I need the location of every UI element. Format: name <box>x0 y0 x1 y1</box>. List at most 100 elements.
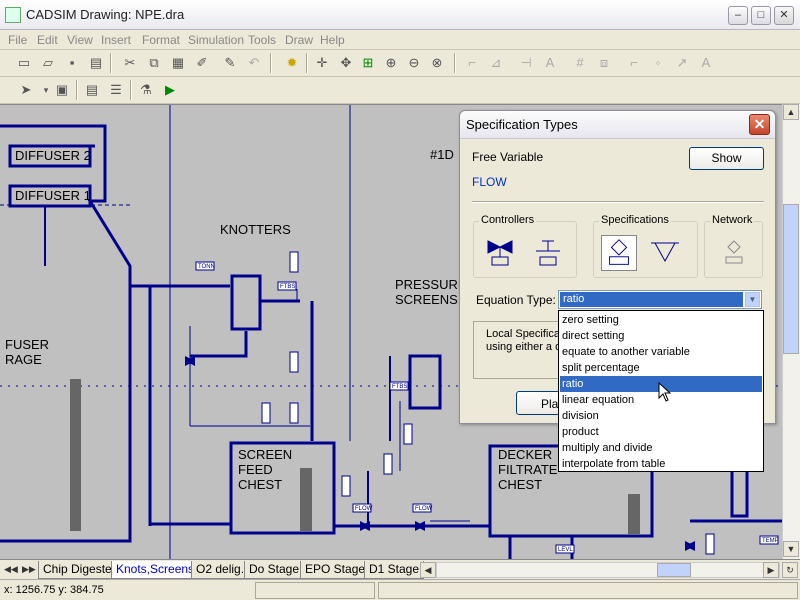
tab-do-stage[interactable]: Do Stage <box>244 561 305 579</box>
place-button[interactable]: Plac <box>516 391 564 415</box>
undo-icon[interactable]: ↶ <box>244 53 264 73</box>
menu-draw[interactable]: Draw <box>285 33 313 47</box>
label-decker: DECKER <box>498 447 552 462</box>
properties-icon[interactable]: ▣ <box>52 80 72 100</box>
controller-valve-icon[interactable] <box>482 235 518 271</box>
snap-icon[interactable]: ✹ <box>282 53 302 73</box>
status-panel <box>255 582 375 599</box>
option-direct-setting[interactable]: direct setting <box>560 328 762 344</box>
show-button[interactable]: Show <box>689 147 764 170</box>
copy-icon[interactable]: ⧉ <box>144 53 164 73</box>
label-screen: SCREEN <box>238 447 292 462</box>
run-simulation-icon[interactable]: ▶ <box>160 80 180 100</box>
controller-transmitter-icon[interactable] <box>530 235 566 271</box>
tag-tool-icon[interactable]: # <box>570 53 590 73</box>
menu-simulation[interactable]: Simulation <box>188 33 244 47</box>
toolbar-separator <box>306 53 308 73</box>
tag-levl: LEVL <box>558 547 573 553</box>
tab-scroll-left-icon[interactable]: ◀ <box>420 562 436 578</box>
menu-format[interactable]: Format <box>142 33 180 47</box>
network-group: Network <box>704 214 763 278</box>
menu-help[interactable]: Help <box>320 33 345 47</box>
node-tool-icon[interactable]: ◦ <box>648 53 668 73</box>
layers-icon[interactable]: ☰ <box>106 80 126 100</box>
flask-icon[interactable]: ⚗ <box>136 80 156 100</box>
zoom-out-icon[interactable]: ⊖ <box>404 53 424 73</box>
minimize-button[interactable]: – <box>728 6 748 25</box>
save-icon[interactable]: ▪ <box>62 53 82 73</box>
connector-tool-icon[interactable]: ⊣ <box>516 53 536 73</box>
vertical-scroll-thumb[interactable] <box>783 204 799 354</box>
chevron-down-icon[interactable]: ▼ <box>745 292 760 307</box>
prev-sheet-icon[interactable]: ▶▶ <box>22 562 36 578</box>
dialog-title-bar: Specification Types ✕ <box>460 111 775 139</box>
pan-icon[interactable]: ✥ <box>336 53 356 73</box>
specification-diamond-icon[interactable] <box>601 235 637 271</box>
tab-knots-screens[interactable]: Knots,Screens <box>111 561 200 579</box>
equation-type-select[interactable]: ratio ▼ <box>558 290 762 309</box>
menu-insert[interactable]: Insert <box>101 33 131 47</box>
toolbar-separator <box>454 53 456 73</box>
cut-icon[interactable]: ✂ <box>120 53 140 73</box>
first-sheet-icon[interactable]: ◀◀ <box>4 562 18 578</box>
option-product[interactable]: product <box>560 424 762 440</box>
menu-edit[interactable]: Edit <box>37 33 58 47</box>
scroll-down-icon[interactable]: ▼ <box>783 541 799 557</box>
specifications-label: Specifications <box>599 214 671 226</box>
network-node-icon[interactable] <box>716 235 752 271</box>
tab-d1-stage[interactable]: D1 Stage <box>364 561 425 579</box>
page-icon[interactable]: ▤ <box>82 80 102 100</box>
crosshair-icon[interactable]: ✛ <box>312 53 332 73</box>
stream-tool-icon[interactable]: ↗ <box>672 53 692 73</box>
horizontal-scroll-thumb[interactable] <box>657 563 691 577</box>
option-division[interactable]: division <box>560 408 762 424</box>
zoom-in-icon[interactable]: ⊕ <box>381 53 401 73</box>
text-tool-icon[interactable]: A <box>540 53 560 73</box>
label-pressure: PRESSURE <box>395 277 467 292</box>
label-screens: SCREENS <box>395 292 458 307</box>
select-arrow-icon[interactable]: ➤ <box>16 80 36 100</box>
print-icon[interactable]: ▤ <box>86 53 106 73</box>
specification-funnel-icon[interactable] <box>647 235 683 271</box>
tag-ftbs: FTBS <box>280 284 295 290</box>
line-tool-icon[interactable]: ⌐ <box>462 53 482 73</box>
refresh-icon[interactable]: ↻ <box>782 562 798 578</box>
option-zero-setting[interactable]: zero setting <box>560 312 762 328</box>
annotation-tool-icon[interactable]: A <box>696 53 716 73</box>
label-rage: RAGE <box>5 352 42 367</box>
horizontal-scrollbar[interactable]: ▶ <box>436 562 780 578</box>
paste-icon[interactable]: ▦ <box>168 53 188 73</box>
new-file-icon[interactable]: ▭ <box>14 53 34 73</box>
tab-o2-delig[interactable]: O2 delig. <box>191 561 250 579</box>
menu-file[interactable]: File <box>8 33 27 47</box>
option-split-percentage[interactable]: split percentage <box>560 360 762 376</box>
vertical-scrollbar[interactable]: ▲ ▼ <box>782 104 800 559</box>
format-painter-icon[interactable]: ✐ <box>192 53 212 73</box>
label-id: #1D <box>430 147 454 162</box>
scroll-up-icon[interactable]: ▲ <box>783 104 799 120</box>
option-interpolate[interactable]: interpolate from table <box>560 456 762 472</box>
menu-view[interactable]: View <box>67 33 93 47</box>
maximize-button[interactable]: □ <box>751 6 771 25</box>
valve-tool-icon[interactable]: ⊿ <box>486 53 506 73</box>
menu-tools[interactable]: Tools <box>248 33 276 47</box>
title-bar: CADSIM Drawing: NPE.dra – □ ✕ <box>0 0 800 30</box>
pipe-tool-icon[interactable]: ⌐ <box>624 53 644 73</box>
standard-toolbar: ▭ ▱ ▪ ▤ ✂ ⧉ ▦ ✐ ✎ ↶ ✹ ✛ ✥ ⊞ ⊕ ⊖ ⊗ ⌐ ⊿ ⊣ … <box>0 50 800 77</box>
label-knotters: KNOTTERS <box>220 222 291 237</box>
zoom-window-icon[interactable]: ⊗ <box>427 53 447 73</box>
open-folder-icon[interactable]: ▱ <box>38 53 58 73</box>
controllers-label: Controllers <box>479 214 537 226</box>
tab-epo-stage[interactable]: EPO Stage <box>300 561 371 579</box>
dialog-close-button[interactable]: ✕ <box>749 114 770 135</box>
zoom-fit-icon[interactable]: ⊞ <box>358 53 378 73</box>
free-variable-value: FLOW <box>472 175 507 189</box>
eraser-icon[interactable]: ✎ <box>220 53 240 73</box>
scroll-right-icon[interactable]: ▶ <box>763 562 779 578</box>
close-button[interactable]: ✕ <box>774 6 794 25</box>
option-equate[interactable]: equate to another variable <box>560 344 762 360</box>
toolbar-separator <box>110 53 112 73</box>
tab-chip-digester[interactable]: Chip Digester <box>38 561 121 579</box>
option-multiply-divide[interactable]: multiply and divide <box>560 440 762 456</box>
label-tool-icon[interactable]: ⧈ <box>594 53 614 73</box>
